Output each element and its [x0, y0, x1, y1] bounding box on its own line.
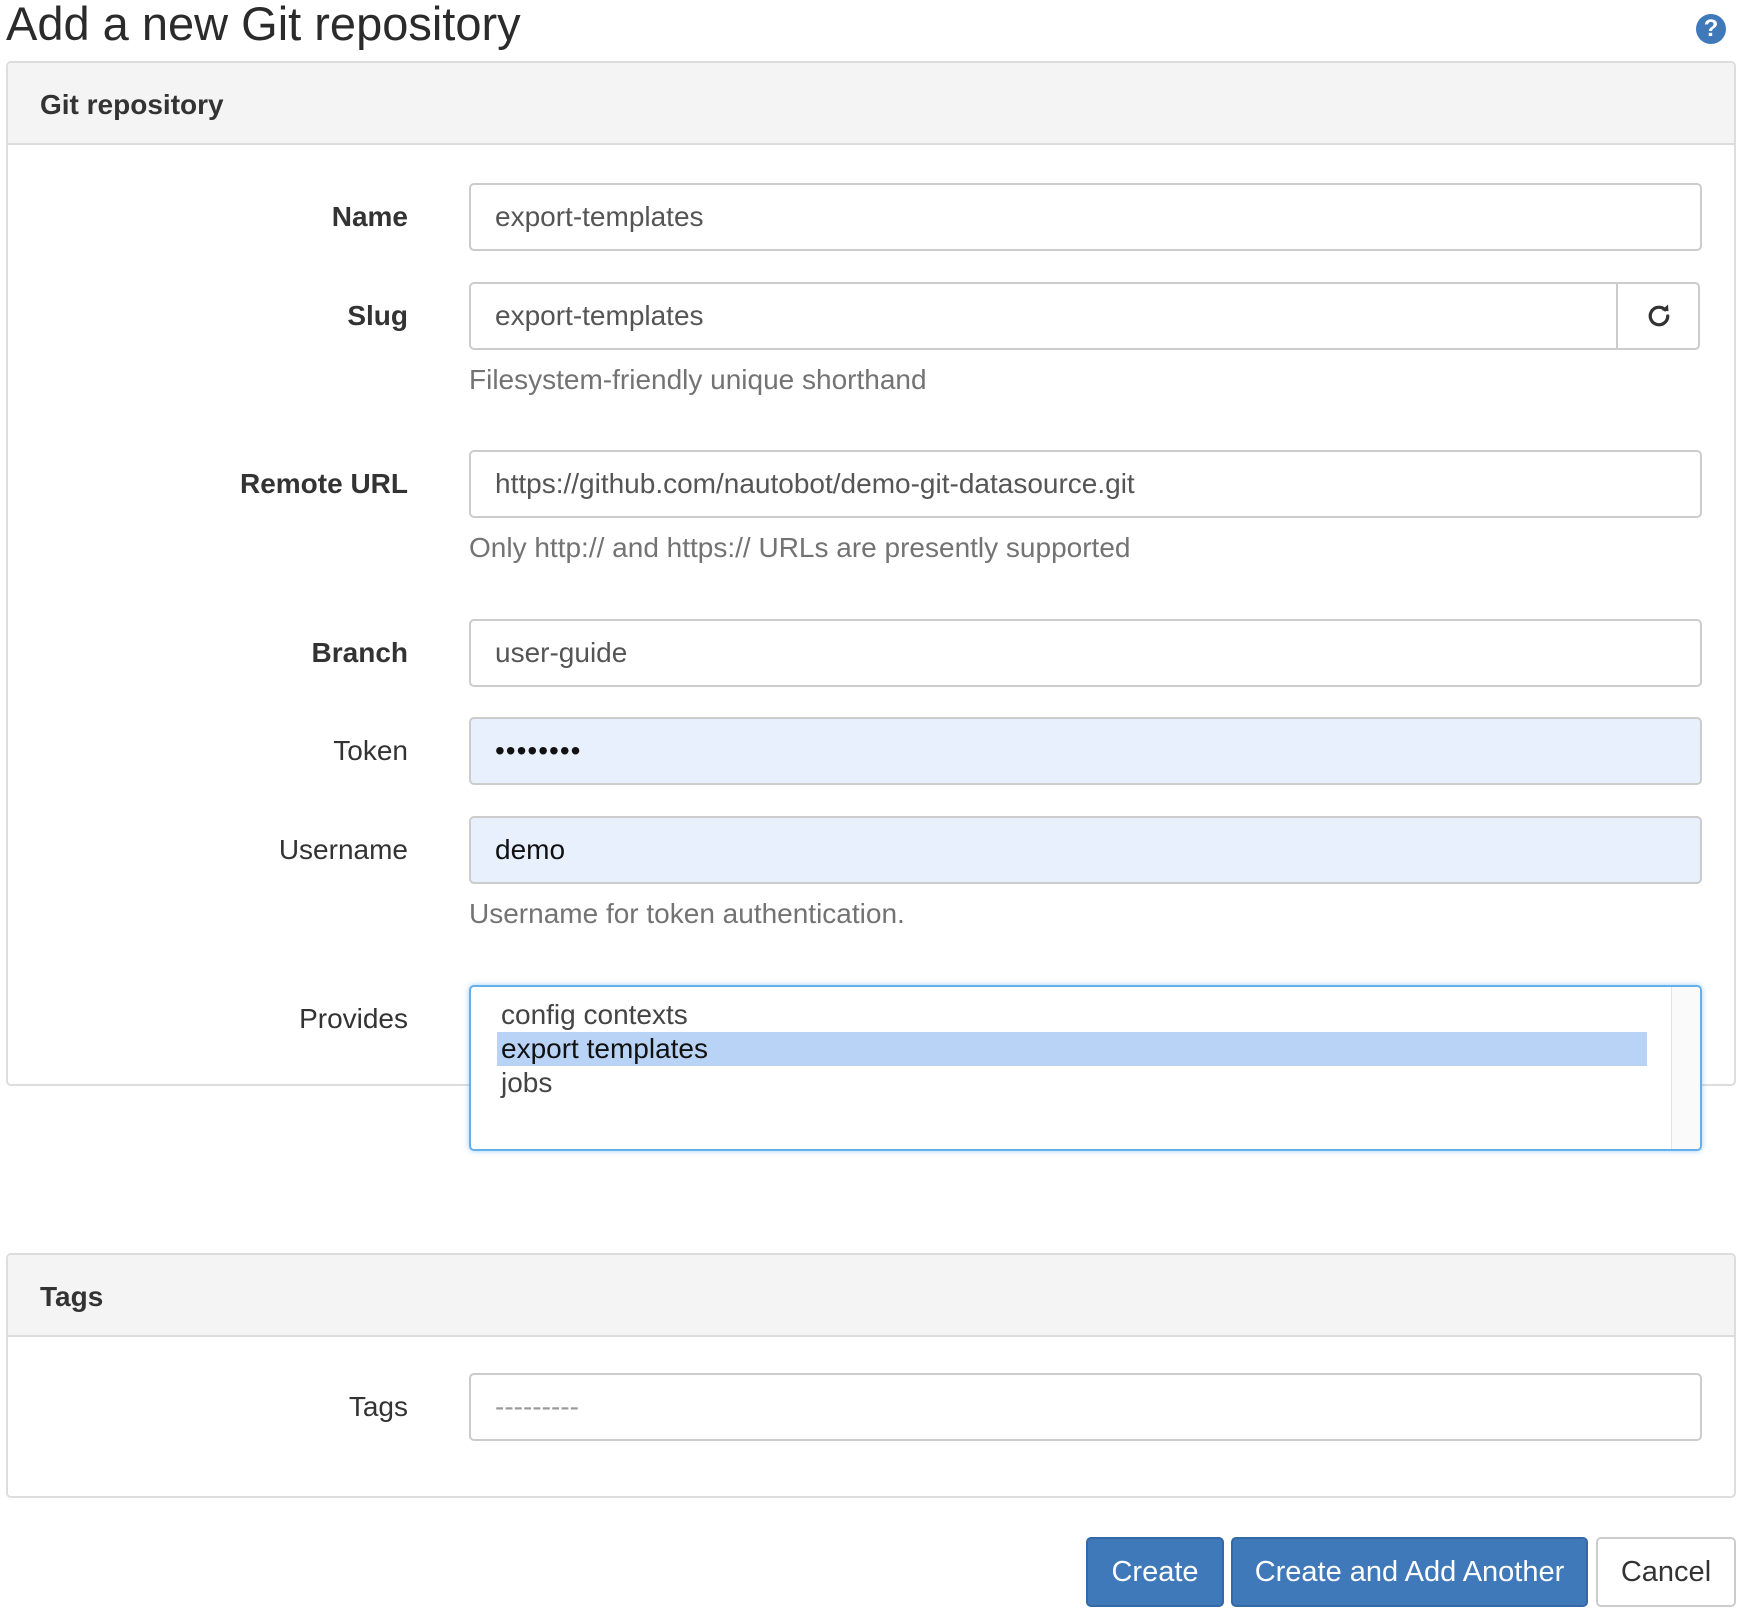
create-and-add-another-button[interactable]: Create and Add Another	[1231, 1537, 1588, 1607]
provides-label: Provides	[299, 1003, 408, 1034]
slug-input[interactable]: export-templates	[469, 282, 1618, 350]
cancel-button[interactable]: Cancel	[1596, 1537, 1736, 1607]
tags-select[interactable]: ---------	[469, 1373, 1702, 1441]
name-input[interactable]: export-templates	[469, 183, 1702, 251]
question-circle-icon[interactable]: ?	[1696, 14, 1726, 44]
token-label: Token	[333, 735, 408, 766]
remote-url-help-text: Only http:// and https:// URLs are prese…	[469, 532, 1131, 563]
panel-heading	[8, 63, 1734, 145]
username-input[interactable]: demo	[469, 816, 1702, 884]
username-help-text: Username for token authentication.	[469, 898, 905, 929]
refresh-icon	[1648, 304, 1670, 327]
provides-select[interactable]: config contexts export templates jobs	[469, 985, 1702, 1151]
slug-label: Slug	[347, 300, 408, 331]
provides-option-selected[interactable]: export templates	[497, 1032, 1647, 1066]
branch-label: Branch	[311, 637, 408, 668]
remote-url-label: Remote URL	[239, 468, 408, 499]
tags-label: Tags	[348, 1391, 408, 1422]
provides-option[interactable]: config contexts	[497, 998, 1647, 1032]
regenerate-slug-button[interactable]	[1616, 282, 1700, 350]
username-label: Username	[278, 834, 408, 865]
name-label: Name	[331, 201, 408, 232]
remote-url-input[interactable]: https://github.com/nautobot/demo-git-dat…	[469, 450, 1702, 518]
panel-title: Git repository	[40, 89, 224, 120]
branch-input[interactable]: user-guide	[469, 619, 1702, 687]
provides-option[interactable]: jobs	[497, 1066, 1647, 1100]
panel-heading	[8, 1255, 1734, 1337]
provides-scrollbar[interactable]	[1671, 987, 1700, 1149]
panel-title: Tags	[40, 1281, 104, 1312]
slug-help-text: Filesystem-friendly unique shorthand	[469, 364, 927, 395]
token-input[interactable]: ••••••••	[469, 717, 1702, 785]
create-button[interactable]: Create	[1086, 1537, 1224, 1607]
page-title: Add a new Git repository	[6, 0, 521, 50]
